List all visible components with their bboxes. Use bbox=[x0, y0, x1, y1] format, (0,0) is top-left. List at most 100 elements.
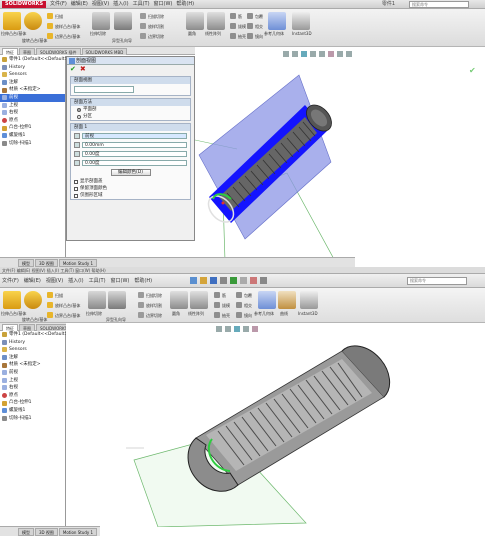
linear-pattern-icon[interactable] bbox=[207, 12, 225, 30]
hole-wizard-icon[interactable] bbox=[114, 12, 132, 30]
menu-window[interactable]: 窗口(W) bbox=[154, 1, 173, 8]
tree-item-extrude[interactable]: 凸台-拉伸1 bbox=[0, 124, 65, 132]
loft-cut-icon[interactable] bbox=[138, 302, 144, 308]
mirror-icon[interactable] bbox=[236, 312, 242, 318]
radio-zonal[interactable]: 分区 bbox=[71, 113, 190, 120]
menu-window[interactable]: 窗口(W) bbox=[111, 277, 130, 285]
heads-up-toolbar[interactable] bbox=[216, 326, 258, 332]
tree-item-extrude[interactable]: 凸台-拉伸1 bbox=[0, 399, 65, 407]
new-icon[interactable] bbox=[190, 277, 197, 284]
tree-item-annotations[interactable]: 注解 bbox=[0, 79, 65, 87]
cancel-x-icon[interactable]: ✖ bbox=[80, 66, 86, 73]
draft-icon[interactable] bbox=[230, 23, 236, 29]
revolve-boss-icon[interactable] bbox=[24, 291, 42, 309]
revolve-boss-icon[interactable] bbox=[24, 12, 42, 30]
save-icon[interactable] bbox=[210, 277, 217, 284]
mirror-icon[interactable] bbox=[247, 33, 253, 39]
menu-file[interactable]: 文件(F) bbox=[2, 277, 19, 285]
loft-icon[interactable] bbox=[47, 302, 53, 308]
tab-model[interactable]: 模型 bbox=[18, 259, 34, 267]
extrude-boss-icon[interactable] bbox=[3, 291, 21, 309]
tree-item-part[interactable]: 零件1 (Default<<Default>_显示...) bbox=[0, 56, 86, 64]
linear-pattern-icon[interactable] bbox=[190, 291, 208, 309]
extrude-cut-icon[interactable] bbox=[88, 291, 106, 309]
curves-icon[interactable] bbox=[278, 291, 296, 309]
section-view-model[interactable]: ✔ bbox=[194, 47, 485, 262]
group-header[interactable]: 剖面视图 bbox=[71, 77, 190, 84]
confirm-check-icon[interactable]: ✔ bbox=[469, 66, 476, 75]
sketch-point[interactable] bbox=[221, 201, 225, 205]
tree-item-origin[interactable]: 原点 bbox=[0, 392, 65, 400]
tree-item-part[interactable]: 零件1 (Default<<Default>_显示...) bbox=[0, 331, 86, 339]
tree-item-top-plane[interactable]: 上视 bbox=[0, 102, 65, 110]
boundary-icon[interactable] bbox=[47, 312, 53, 318]
menu-view[interactable]: 视图(V) bbox=[92, 1, 109, 8]
tab-motion-study[interactable]: Motion Study 1 bbox=[58, 259, 98, 267]
shell-icon[interactable] bbox=[230, 33, 236, 39]
options-icon[interactable] bbox=[260, 277, 267, 284]
radio-button[interactable] bbox=[77, 107, 81, 112]
tree-item-sweep-cut[interactable]: 切除-扫描1 bbox=[0, 140, 65, 148]
menu-help[interactable]: 帮助(H) bbox=[134, 277, 152, 285]
distance-field[interactable]: 0.00mm bbox=[82, 142, 187, 148]
rebuild-icon[interactable] bbox=[250, 277, 257, 284]
sweep-cut-icon[interactable] bbox=[138, 292, 144, 298]
reference-geometry-icon[interactable] bbox=[258, 291, 276, 309]
menu-help[interactable]: 帮助(H) bbox=[176, 1, 194, 8]
extrude-cut-icon[interactable] bbox=[92, 12, 110, 30]
graphics-area[interactable] bbox=[66, 323, 485, 528]
angle-x-field[interactable]: 0.00度 bbox=[82, 151, 187, 157]
group-header[interactable]: 剖面方法 bbox=[71, 99, 190, 106]
hole-wizard-icon[interactable] bbox=[108, 291, 126, 309]
instant3d-icon[interactable] bbox=[300, 291, 318, 309]
loft-cut-icon[interactable] bbox=[140, 23, 146, 29]
sweep-icon[interactable] bbox=[47, 292, 53, 298]
heads-up-toolbar[interactable] bbox=[283, 51, 352, 57]
instant3d-icon[interactable] bbox=[292, 12, 310, 30]
tree-item-annotations[interactable]: 注解 bbox=[0, 354, 65, 362]
menu-tools[interactable]: 工具(T) bbox=[133, 1, 150, 8]
checkbox[interactable] bbox=[74, 186, 78, 191]
select-icon[interactable] bbox=[240, 277, 247, 284]
loft-icon[interactable] bbox=[47, 23, 53, 29]
print-icon[interactable] bbox=[220, 277, 227, 284]
tree-item-right-plane[interactable]: 右视 bbox=[0, 109, 65, 117]
tree-item-right-plane[interactable]: 右视 bbox=[0, 384, 65, 392]
menu-tools[interactable]: 工具(T) bbox=[89, 277, 106, 285]
sweep-cut-icon[interactable] bbox=[140, 13, 146, 19]
menu-insert[interactable]: 插入(I) bbox=[113, 1, 128, 8]
tab-mbd[interactable]: SOLIDWORKS MBD bbox=[81, 48, 128, 55]
radio-planar[interactable]: 平面剖 bbox=[71, 106, 190, 113]
tree-item-history[interactable]: History bbox=[0, 64, 65, 72]
search-input[interactable]: 搜索命令 bbox=[407, 277, 467, 285]
tree-item-origin[interactable]: 原点 bbox=[0, 117, 65, 125]
ok-check-icon[interactable]: ✔ bbox=[70, 66, 76, 73]
intersect-icon[interactable] bbox=[236, 302, 242, 308]
intersect-icon[interactable] bbox=[247, 23, 253, 29]
menu-edit[interactable]: 编辑(E) bbox=[71, 1, 88, 8]
graphics-area[interactable]: ✔ bbox=[194, 47, 485, 262]
tree-item-front-plane[interactable]: 前视 bbox=[0, 369, 65, 377]
menu-view[interactable]: 视图(V) bbox=[46, 277, 63, 285]
plane-field[interactable]: 前视 bbox=[82, 133, 187, 139]
extrude-boss-icon[interactable] bbox=[3, 12, 21, 30]
solidworks-logo[interactable]: SOLIDWORKS bbox=[2, 1, 47, 8]
tree-item-material[interactable]: 材质 <未指定> bbox=[0, 86, 65, 94]
wrap-icon[interactable] bbox=[247, 13, 253, 19]
tab-3d-views[interactable]: 3D 视图 bbox=[35, 528, 58, 536]
wrap-icon[interactable] bbox=[236, 292, 242, 298]
boundary-icon[interactable] bbox=[47, 33, 53, 39]
menu-file[interactable]: 文件(F) bbox=[50, 1, 67, 8]
undo-icon[interactable] bbox=[230, 277, 237, 284]
rib-icon[interactable] bbox=[230, 13, 236, 19]
open-icon[interactable] bbox=[200, 277, 207, 284]
radio-button[interactable] bbox=[77, 114, 81, 119]
half-section-model[interactable] bbox=[66, 323, 485, 528]
checkbox-graphics-only[interactable]: 仅图形区域 bbox=[71, 192, 190, 199]
search-input[interactable]: 搜索命令 bbox=[409, 1, 469, 8]
tab-3d-views[interactable]: 3D 视图 bbox=[35, 259, 58, 267]
group-header[interactable]: 剖面 1 bbox=[71, 124, 190, 131]
menu-insert[interactable]: 插入(I) bbox=[68, 277, 83, 285]
checkbox-show-cap[interactable]: 显示剖面盖 bbox=[71, 178, 190, 185]
reference-geometry-icon[interactable] bbox=[268, 12, 286, 30]
